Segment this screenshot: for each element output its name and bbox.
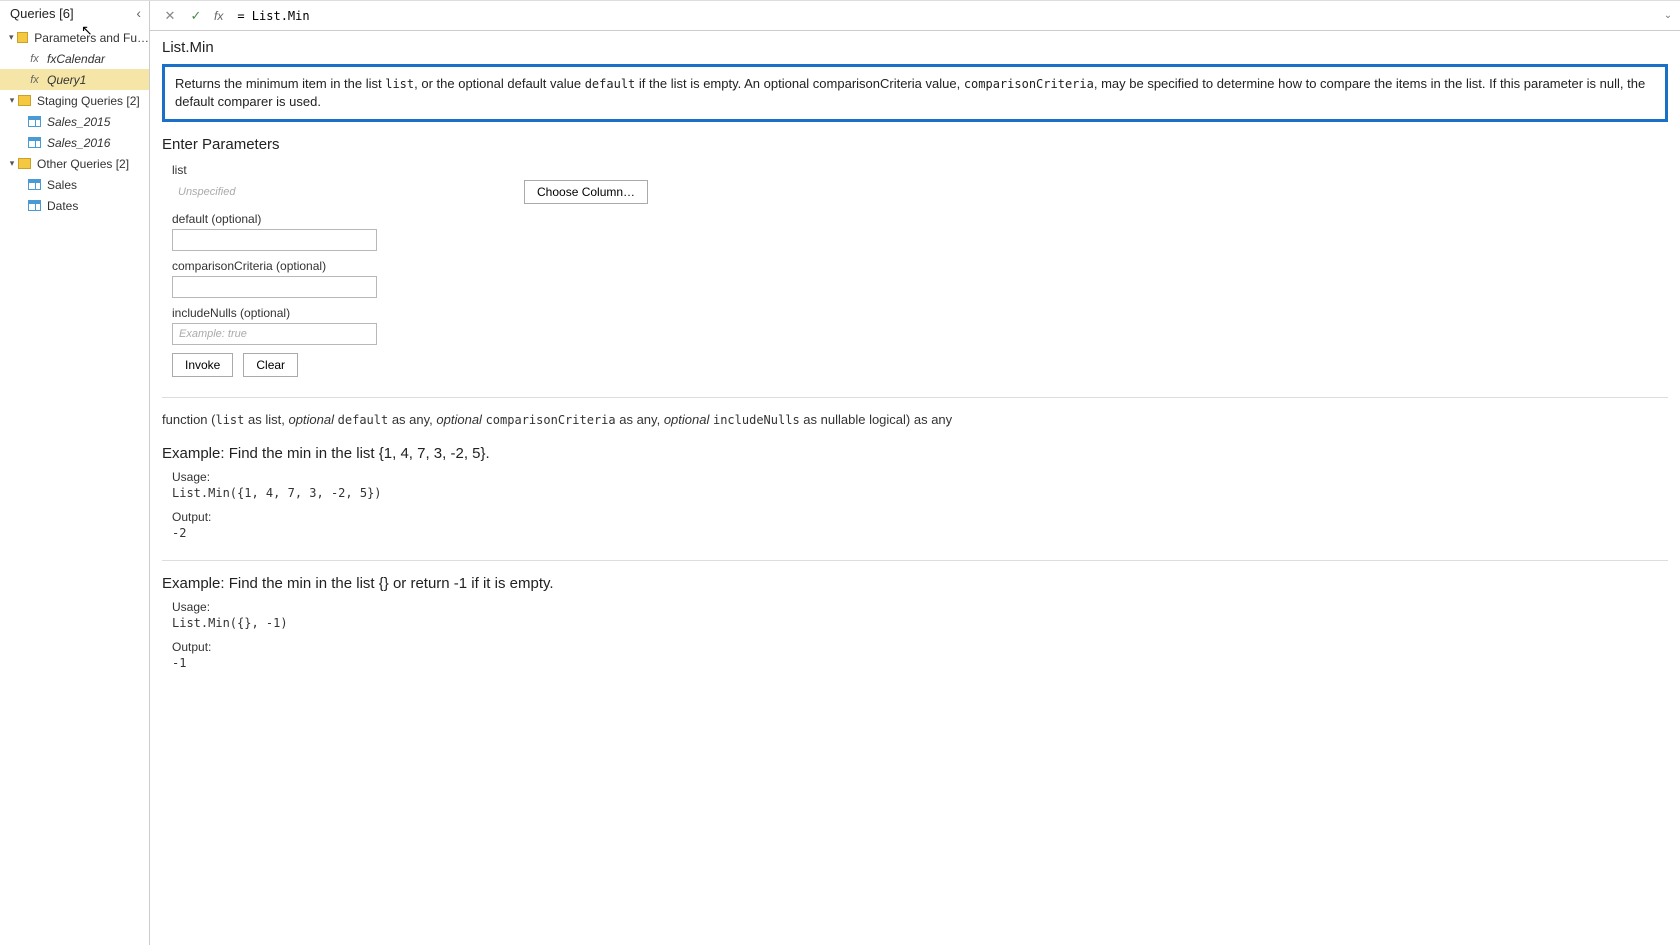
tree-item-label: fxCalendar [47,52,105,66]
caret-down-icon: ▾ [6,32,17,43]
formula-input[interactable] [229,5,1650,27]
function-doc: List.Min Returns the minimum item in the… [150,31,1680,945]
example-2-title: Example: Find the min in the list {} or … [162,575,1668,592]
tree-item-sales-2016[interactable]: Sales_2016 [0,132,149,153]
tree-group-label: Parameters and Fu… [34,31,149,45]
tree-item-label: Sales [47,178,77,192]
enter-parameters-title: Enter Parameters [162,136,1668,153]
tree-item-sales[interactable]: Sales [0,174,149,195]
formula-bar: ✕ ✓ fx ⌄ [150,1,1680,31]
confirm-icon[interactable]: ✓ [186,6,206,26]
folder-icon [18,158,31,169]
tree-item-query1[interactable]: fx Query1 [0,69,149,90]
tree-item-label: Sales_2015 [47,115,110,129]
choose-column-button[interactable]: Choose Column… [524,180,648,204]
param-list-input[interactable] [172,181,512,203]
queries-pane-title: Queries [6] [10,6,74,21]
param-default-label: default (optional) [172,212,1668,226]
param-default-input[interactable] [172,229,377,251]
example-2-output-label: Output: [172,640,1668,654]
table-icon [28,200,41,211]
tree-item-dates[interactable]: Dates [0,195,149,216]
param-includenulls-label: includeNulls (optional) [172,306,1668,320]
param-list-label: list [172,163,1668,177]
param-comparison-input[interactable] [172,276,377,298]
divider [162,560,1668,561]
table-icon [28,179,41,190]
function-name: List.Min [162,39,1668,56]
divider [162,397,1668,398]
fx-icon: fx [214,9,223,23]
caret-down-icon: ▾ [6,95,18,106]
tree-item-sales-2015[interactable]: Sales_2015 [0,111,149,132]
folder-icon [18,95,31,106]
example-1-usage-code: List.Min({1, 4, 7, 3, -2, 5}) [172,486,1668,500]
table-icon [28,116,41,127]
tree-item-label: Dates [47,199,78,213]
collapse-pane-icon[interactable]: ‹ [136,5,141,21]
tree-group-other[interactable]: ▾ Other Queries [2] [0,153,149,174]
function-description: Returns the minimum item in the list lis… [162,64,1668,122]
tree-group-label: Staging Queries [2] [37,94,140,108]
tree-item-label: Query1 [47,73,86,87]
tree-item-fxcalendar[interactable]: fx fxCalendar [0,48,149,69]
cancel-icon[interactable]: ✕ [160,6,180,26]
tree-item-label: Sales_2016 [47,136,110,150]
clear-button[interactable]: Clear [243,353,298,377]
tree-group-staging[interactable]: ▾ Staging Queries [2] [0,90,149,111]
expand-formula-icon[interactable]: ⌄ [1656,10,1680,21]
invoke-button[interactable]: Invoke [172,353,233,377]
param-comparison-label: comparisonCriteria (optional) [172,259,1668,273]
function-signature: function (list as list, optional default… [162,412,1668,427]
example-1-output-code: -2 [172,526,1668,540]
tree-group-label: Other Queries [2] [37,157,129,171]
function-icon: fx [28,53,41,65]
queries-pane: Queries [6] ‹ ▾ Parameters and Fu… fx fx… [0,1,150,945]
function-icon: fx [28,74,41,86]
tree-group-parameters[interactable]: ▾ Parameters and Fu… [0,27,149,48]
caret-down-icon: ▾ [6,158,18,169]
example-1-usage-label: Usage: [172,470,1668,484]
example-1-output-label: Output: [172,510,1668,524]
folder-icon [17,32,29,43]
param-includenulls-input[interactable] [172,323,377,345]
example-2-usage-label: Usage: [172,600,1668,614]
example-2-usage-code: List.Min({}, -1) [172,616,1668,630]
example-1-title: Example: Find the min in the list {1, 4,… [162,445,1668,462]
table-icon [28,137,41,148]
example-2-output-code: -1 [172,656,1668,670]
